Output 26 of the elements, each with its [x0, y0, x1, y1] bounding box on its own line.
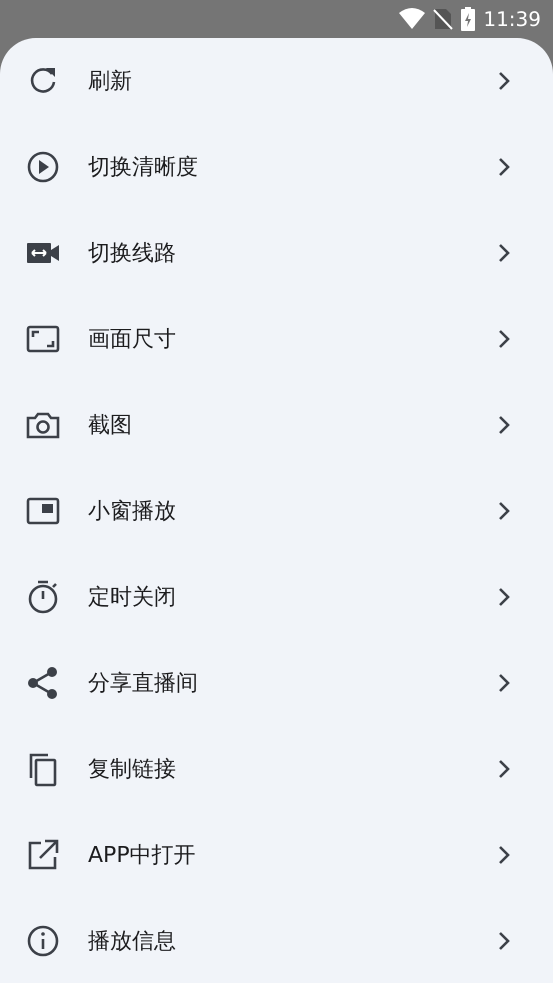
- menu-item[interactable]: 播放信息: [0, 898, 553, 983]
- chevron-right-icon: [497, 931, 511, 951]
- menu-item[interactable]: 复制链接: [0, 726, 553, 812]
- chevron-right-icon: [497, 673, 511, 693]
- chevron-right-icon: [497, 587, 511, 607]
- wifi-icon: [399, 8, 426, 30]
- menu-item[interactable]: 刷新: [0, 38, 553, 124]
- battery-icon: [461, 7, 476, 31]
- chevron-right-icon: [497, 759, 511, 779]
- chevron-right-icon: [497, 329, 511, 349]
- clock-time: 11:39: [483, 6, 541, 33]
- chevron-right-icon: [497, 501, 511, 521]
- menu-item[interactable]: 定时关闭: [0, 554, 553, 640]
- menu-item[interactable]: 画面尺寸: [0, 296, 553, 382]
- menu-item[interactable]: 分享直播间: [0, 640, 553, 726]
- no-sim-icon: [433, 7, 454, 31]
- chevron-right-icon: [497, 157, 511, 177]
- chevron-right-icon: [497, 243, 511, 263]
- menu-item[interactable]: 切换清晰度: [0, 124, 553, 210]
- menu-item[interactable]: 截图: [0, 382, 553, 468]
- chevron-right-icon: [497, 71, 511, 91]
- menu-item[interactable]: 小窗播放: [0, 468, 553, 554]
- menu-item[interactable]: APP中打开: [0, 812, 553, 898]
- chevron-right-icon: [497, 415, 511, 435]
- menu-item[interactable]: 切换线路: [0, 210, 553, 296]
- chevron-right-icon: [497, 845, 511, 865]
